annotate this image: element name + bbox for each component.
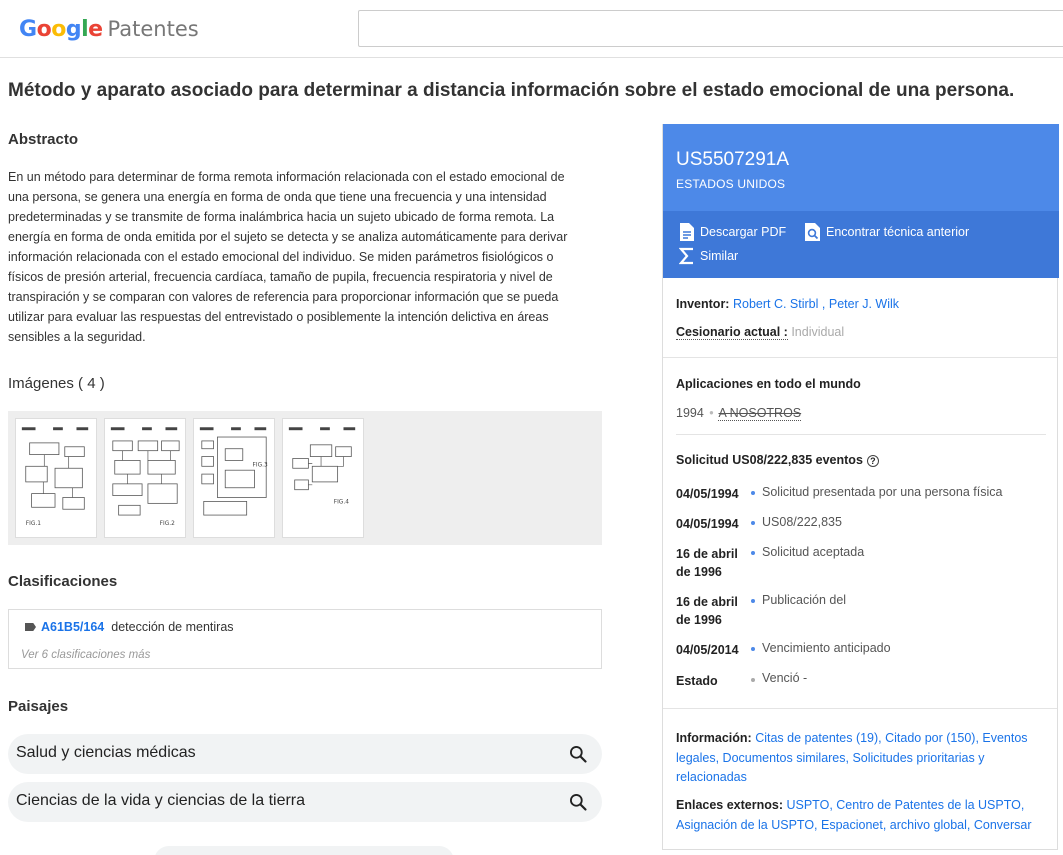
download-pdf-button[interactable]: Descargar PDF <box>679 222 786 242</box>
landscape-item-health[interactable]: Salud y ciencias médicas <box>8 734 602 774</box>
abstract-heading: Abstracto <box>8 131 79 148</box>
images-heading: Imágenes ( 4 ) <box>8 375 105 392</box>
download-pdf-label: Descargar PDF <box>700 225 787 239</box>
inventor-row: Inventor: Robert C. Stirbl , Peter J. Wi… <box>676 297 900 311</box>
search-icon[interactable] <box>568 744 588 764</box>
event-dot <box>751 647 755 651</box>
svg-text:FIG.4: FIG.4 <box>334 499 349 505</box>
event-dot <box>751 551 755 555</box>
divider <box>663 708 1057 709</box>
classifications-box: A61B5/164 detección de mentiras Ver 6 cl… <box>8 609 602 669</box>
patent-actions: Descargar PDF Encontrar técnica anterior… <box>663 211 1059 278</box>
similar-label: Similar <box>700 249 739 263</box>
search-input[interactable] <box>358 10 1063 47</box>
landscape-item-life-sciences[interactable]: Ciencias de la vida y ciencias de la tie… <box>8 782 602 822</box>
find-prior-art-button[interactable]: Encontrar técnica anterior <box>804 222 969 242</box>
event-text: Solicitud presentada por una persona fís… <box>762 485 1003 499</box>
event-date: 04/05/1994 <box>676 517 739 531</box>
information-label: Información: <box>676 731 752 745</box>
page-title: Método y aparato asociado para determina… <box>8 80 1015 101</box>
inventor-link-2[interactable]: Peter J. Wilk <box>829 297 899 311</box>
prior-art-search-icon <box>805 223 820 241</box>
information-row: Información: Citas de patentes (19), Cit… <box>676 729 1046 788</box>
event-date: 16 de abril de 1996 <box>676 547 738 579</box>
application-events-heading: Solicitud US08/222,835 eventos? <box>676 453 879 467</box>
images-strip: FIG.1 FIG.2 FIG.3 FIG.4 <box>8 411 602 545</box>
status-label: Estado <box>676 674 718 688</box>
event-text: Solicitud aceptada <box>762 545 865 559</box>
sigma-icon <box>679 247 693 265</box>
assignee-row: Cesionario actual : Individual <box>676 325 845 340</box>
patent-drawing-thumbnail-1[interactable]: FIG.1 <box>15 418 97 538</box>
event-date: 04/05/2014 <box>676 643 739 657</box>
external-links-row: Enlaces externos: USPTO, Centro de Paten… <box>676 796 1046 835</box>
landscape-label: Ciencias de la vida y ciencias de la tie… <box>16 792 306 809</box>
similar-button[interactable]: Similar <box>679 247 738 265</box>
inventor-link-1[interactable]: Robert C. Stirbl <box>733 297 818 311</box>
event-dot <box>751 678 755 682</box>
tag-icon <box>25 623 36 631</box>
classification-row: A61B5/164 detección de mentiras <box>25 620 234 634</box>
event-text: Vencimiento anticipado <box>762 641 891 655</box>
landscape-label: Salud y ciencias médicas <box>16 744 196 761</box>
landscapes-heading: Paisajes <box>8 698 69 715</box>
svg-text:FIG.3: FIG.3 <box>253 462 268 468</box>
patent-drawing-thumbnail-2[interactable]: FIG.2 <box>104 418 186 538</box>
event-date: 16 de abril de 1996 <box>676 595 738 627</box>
google-logo-text: Google <box>19 16 103 42</box>
classification-description: detección de mentiras <box>111 620 234 634</box>
worldwide-country-link[interactable]: A NOSOTROS <box>718 406 802 421</box>
external-links-label: Enlaces externos: <box>676 798 783 812</box>
svg-text:FIG.2: FIG.2 <box>160 521 175 527</box>
top-bar: Google Patentes <box>0 0 1063 58</box>
more-button[interactable] <box>154 846 454 855</box>
event-date: 04/05/1994 <box>676 487 739 501</box>
classification-code-link[interactable]: A61B5/164 <box>41 620 104 634</box>
svg-text:FIG.1: FIG.1 <box>26 521 41 527</box>
event-text: US08/222,835 <box>762 515 842 529</box>
patent-number: US5507291A <box>676 149 790 170</box>
patent-country: ESTADOS UNIDOS <box>676 177 786 191</box>
divider <box>663 357 1057 358</box>
event-text: Publicación del <box>762 593 847 607</box>
abstract-text: En un método para determinar de forma re… <box>8 170 568 344</box>
worldwide-heading: Aplicaciones en todo el mundo <box>676 377 861 391</box>
more-classifications-link[interactable]: Ver 6 clasificaciones más <box>21 649 150 661</box>
google-patents-logo[interactable]: Google Patentes <box>19 14 199 44</box>
divider <box>676 434 1046 435</box>
application-events-title: Solicitud US08/222,835 eventos <box>676 453 863 467</box>
inventor-label: Inventor: <box>676 297 730 311</box>
assignee-value: Individual <box>791 325 845 339</box>
patent-info-panel: US5507291A ESTADOS UNIDOS Descargar PDF … <box>662 124 1059 850</box>
classifications-heading: Clasificaciones <box>8 573 118 590</box>
find-prior-art-label: Encontrar técnica anterior <box>826 225 970 239</box>
search-icon[interactable] <box>568 792 588 812</box>
worldwide-row: 1994 • A NOSOTROS <box>676 406 802 421</box>
pdf-file-icon <box>680 223 694 241</box>
event-dot <box>751 491 755 495</box>
status-value: Venció - <box>762 671 808 685</box>
help-icon[interactable]: ? <box>866 454 879 467</box>
worldwide-year: 1994 <box>676 406 704 420</box>
patent-drawing-thumbnail-4[interactable]: FIG.4 <box>282 418 364 538</box>
patent-drawing-thumbnail-3[interactable]: FIG.3 <box>193 418 275 538</box>
patentes-logo-text: Patentes <box>107 17 199 41</box>
assignee-label: Cesionario actual : <box>676 325 788 340</box>
patent-header: US5507291A ESTADOS UNIDOS <box>663 124 1059 211</box>
event-dot <box>751 521 755 525</box>
event-dot <box>751 599 755 603</box>
